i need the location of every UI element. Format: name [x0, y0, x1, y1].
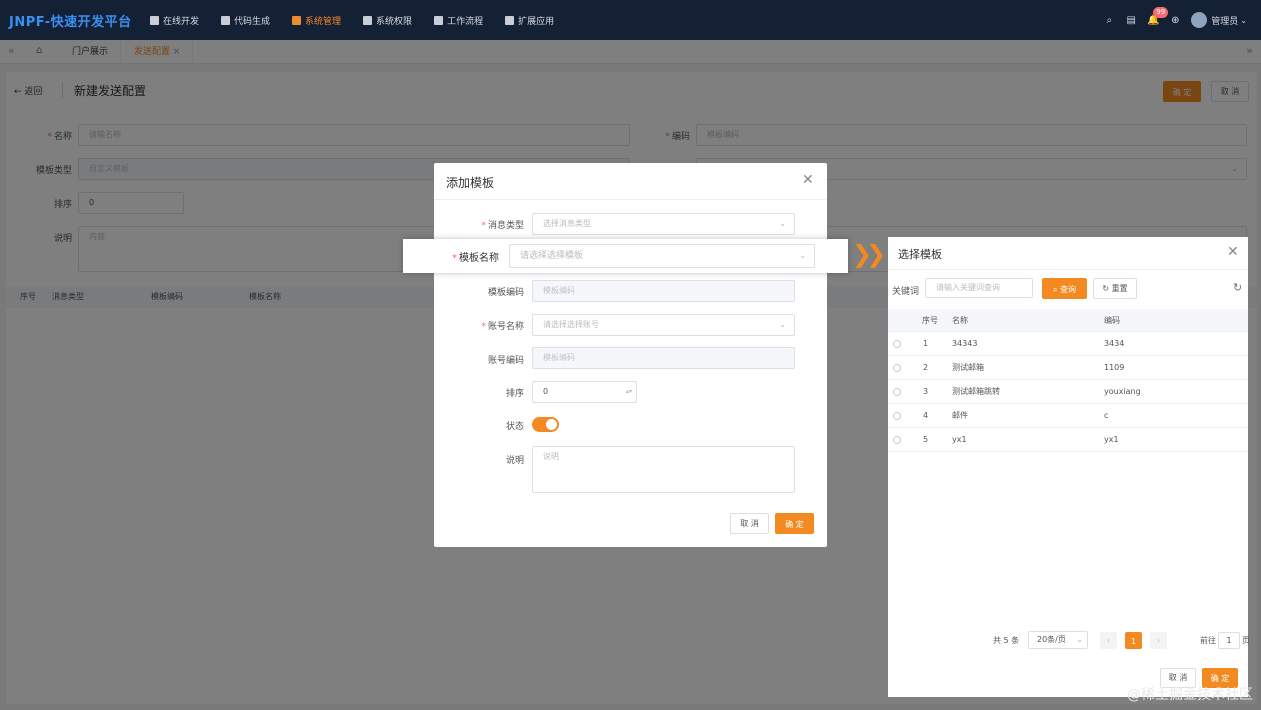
top-nav: 在线开发 代码生成 系统管理 系统权限 工作流程 扩展应用: [150, 0, 576, 40]
divider: [434, 199, 827, 200]
page-size-select[interactable]: 20条/页 ⌄: [1028, 631, 1088, 649]
account-name-label: * 账号名称: [481, 322, 524, 332]
table-row[interactable]: 5 yx1 yx1: [888, 428, 1248, 452]
notification-badge: 99: [1153, 7, 1169, 18]
add-template-dialog: 添加模板 ✕ * 消息类型 选择消息类型 ⌄ 模板编码 模板编码 * 账号名称 请选择…: [434, 163, 827, 547]
row-radio[interactable]: [893, 436, 901, 444]
arrow-right-icon: ❯❯: [852, 240, 886, 268]
status-toggle[interactable]: [532, 417, 559, 432]
tpl-name-label: * 模板名称: [452, 253, 499, 264]
header-index: 序号: [922, 316, 938, 325]
chevron-down-icon: ⌄: [779, 219, 786, 228]
prev-page-button[interactable]: ‹: [1100, 632, 1117, 649]
dialog-confirm-button[interactable]: 确 定: [775, 513, 814, 534]
keyword-input[interactable]: 请输入关键词查询: [925, 278, 1033, 298]
status-label: 状态: [505, 422, 524, 432]
header-code: 编码: [1104, 316, 1120, 325]
tpl-name-select[interactable]: 请选择选择模板 ⌄: [509, 244, 815, 268]
globe-icon[interactable]: ⊕: [1169, 14, 1181, 26]
search-button[interactable]: ⌕ 查询: [1042, 278, 1087, 299]
code-gen-icon: [221, 15, 231, 25]
user-name[interactable]: 管理员: [1211, 14, 1238, 27]
dialog-cancel-button[interactable]: 取 消: [730, 513, 769, 534]
divider: [888, 269, 1248, 270]
online-dev-icon: [150, 15, 159, 25]
goto-input[interactable]: 1: [1218, 632, 1240, 649]
header-name: 名称: [952, 316, 968, 325]
topbar-tools: ⌕ ▤ 🔔 99 ⊕ 管理员 ⌄: [1093, 0, 1247, 40]
table-header: 序号 名称 编码: [888, 309, 1248, 332]
reset-button[interactable]: ↻ 重置: [1093, 278, 1137, 299]
app-logo[interactable]: JNPF-快速开发平台: [9, 11, 132, 30]
row-radio[interactable]: [893, 412, 901, 420]
extension-icon: [505, 15, 515, 25]
chevron-down-icon: ⌄: [799, 251, 806, 260]
keyword-label: 关键词: [892, 287, 920, 297]
row-radio[interactable]: [893, 388, 901, 396]
refresh-icon: ↻: [1102, 284, 1110, 293]
chevron-down-icon: ⌄: [1076, 635, 1083, 644]
page-number-button[interactable]: 1: [1125, 632, 1142, 649]
chevron-down-icon[interactable]: ⌄: [1240, 16, 1247, 25]
close-icon[interactable]: ✕: [1227, 244, 1239, 260]
stepper-icon[interactable]: ▴▾: [626, 382, 632, 402]
account-name-select[interactable]: 请选择选择账号 ⌄: [532, 314, 795, 336]
dialog-sort-label: 排序: [505, 389, 524, 399]
tpl-code-input[interactable]: 模板编码: [532, 280, 795, 302]
msg-type-select[interactable]: 选择消息类型 ⌄: [532, 213, 795, 235]
table-row[interactable]: 1 34343 3434: [888, 332, 1248, 356]
toggle-knob: [546, 419, 557, 430]
row-radio[interactable]: [893, 364, 901, 372]
message-icon[interactable]: ▤: [1125, 14, 1137, 26]
template-name-highlight: * 模板名称 请选择选择模板 ⌄: [403, 239, 848, 273]
table-row[interactable]: 4 邮件 c: [888, 404, 1248, 428]
table-row[interactable]: 3 测试邮箱跳转 youxiang: [888, 380, 1248, 404]
shield-icon: [363, 15, 373, 25]
chevron-down-icon: ⌄: [779, 320, 786, 329]
top-navbar: JNPF-快速开发平台 在线开发 代码生成 系统管理 系统权限 工作流程 扩展应…: [0, 0, 1261, 40]
search-icon[interactable]: ⌕: [1103, 14, 1115, 26]
pagination-total: 共 5 条: [993, 636, 1020, 645]
next-page-button[interactable]: ›: [1150, 632, 1167, 649]
dialog-sort-input[interactable]: 0 ▴▾: [532, 381, 637, 403]
dialog-title: 添加模板: [446, 176, 495, 190]
goto-label: 前往: [1200, 636, 1216, 645]
account-code-input[interactable]: 模板编码: [532, 347, 795, 369]
tpl-code-label: 模板编码: [487, 288, 524, 298]
avatar[interactable]: [1191, 12, 1208, 28]
nav-item-code-gen[interactable]: 代码生成: [221, 0, 270, 40]
watermark: @稀土掘金技术社区: [1127, 687, 1253, 703]
nav-item-workflow[interactable]: 工作流程: [434, 0, 483, 40]
page-unit: 页: [1242, 636, 1250, 645]
table-row[interactable]: 2 测试邮箱 1109: [888, 356, 1248, 380]
dialog-desc-label: 说明: [505, 456, 524, 466]
dialog-desc-textarea[interactable]: 说明: [532, 446, 795, 493]
panel-title: 选择模板: [898, 248, 942, 261]
reload-icon[interactable]: ↻: [1233, 281, 1242, 294]
select-template-panel: 选择模板 ✕ 关键词 请输入关键词查询 ⌕ 查询 ↻ 重置 ↻ 序号 名称 编码…: [888, 237, 1250, 697]
workflow-icon: [434, 15, 444, 25]
nav-item-system-manage[interactable]: 系统管理: [292, 0, 341, 40]
nav-item-online-dev[interactable]: 在线开发: [150, 0, 199, 40]
msg-type-label: * 消息类型: [481, 221, 524, 231]
search-icon: ⌕: [1052, 285, 1058, 294]
system-manage-icon: [292, 15, 302, 25]
nav-item-system-permission[interactable]: 系统权限: [363, 0, 412, 40]
nav-item-extension[interactable]: 扩展应用: [505, 0, 554, 40]
account-code-label: 账号编码: [487, 356, 524, 366]
close-icon[interactable]: ✕: [802, 172, 814, 188]
row-radio[interactable]: [893, 340, 901, 348]
bell-icon[interactable]: 🔔 99: [1147, 7, 1169, 26]
